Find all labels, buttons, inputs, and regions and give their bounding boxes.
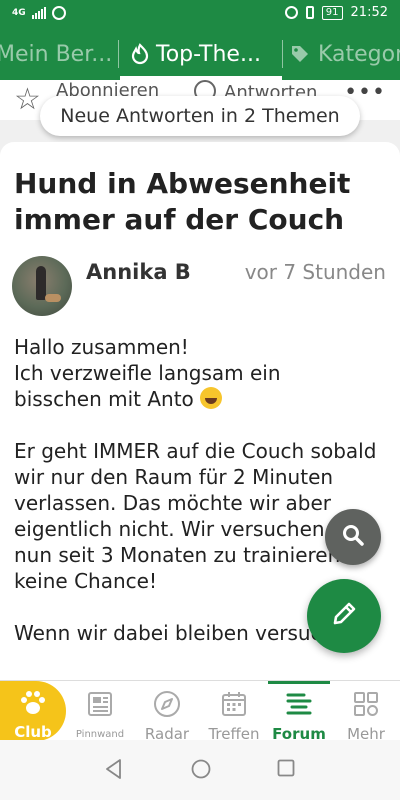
whatsapp-icon	[51, 6, 66, 20]
new-replies-banner[interactable]: Neue Antworten in 2 Themen	[40, 96, 360, 136]
nav-pinnwand[interactable]: Pinnwand	[68, 681, 132, 741]
forum-icon	[284, 689, 314, 719]
signal-icon	[31, 7, 46, 19]
tab-bar: Mein Ber... Top-The... Kategor	[0, 28, 400, 80]
newspaper-icon	[85, 689, 115, 719]
search-fab[interactable]	[325, 509, 381, 565]
nav-mehr[interactable]: Mehr	[334, 681, 398, 743]
clock: 21:52	[350, 5, 388, 20]
tab-divider	[118, 40, 119, 68]
sweat-smile-emoji-icon	[200, 387, 223, 409]
post-line: Ich verzweifle langsam ein	[14, 361, 281, 385]
tab-top-themen[interactable]: Top-The...	[130, 28, 261, 80]
post-line: bisschen mit Anto	[14, 387, 194, 411]
star-icon[interactable]: ☆	[14, 82, 41, 117]
status-bar: 4G 91 21:52	[0, 0, 400, 28]
battery-icon: 91	[321, 5, 343, 20]
post-timestamp: vor 7 Stunden	[244, 260, 386, 284]
nav-treffen[interactable]: Treffen	[202, 681, 266, 743]
grid-icon	[351, 689, 381, 719]
nav-forum[interactable]: Forum	[268, 681, 330, 743]
paw-icon	[18, 689, 48, 717]
tab-kategorien[interactable]: Kategor	[290, 28, 400, 80]
vibrate-icon	[305, 6, 314, 19]
network-type: 4G	[12, 8, 26, 18]
post-paragraph: Hallo zusammen! Ich verzweifle langsam e…	[14, 334, 394, 412]
pencil-icon	[330, 600, 358, 632]
system-navigation	[0, 740, 400, 800]
tab-mein-bereich[interactable]: Mein Ber...	[0, 28, 112, 80]
avatar-person	[36, 266, 46, 300]
nav-radar[interactable]: Radar	[136, 681, 198, 743]
avatar-dog	[45, 294, 61, 302]
post-line: Hallo zusammen!	[14, 335, 189, 359]
tab-label: Mein Ber...	[0, 41, 113, 67]
tab-label: Top-The...	[156, 41, 261, 67]
alarm-icon	[284, 6, 298, 19]
avatar[interactable]	[12, 256, 72, 316]
search-icon	[341, 523, 365, 551]
bottom-navigation: Club Pinnwand Radar Treffen Forum Mehr	[0, 680, 400, 743]
author-name[interactable]: Annika B	[86, 260, 191, 284]
flame-icon	[130, 43, 150, 65]
new-post-fab[interactable]	[307, 579, 381, 653]
tab-divider	[282, 40, 283, 68]
tab-label: Kategor	[318, 41, 400, 67]
tag-icon	[290, 44, 310, 64]
post-title: Hund in Abwesenheit immer auf der Couch	[14, 167, 351, 236]
home-icon[interactable]	[190, 758, 212, 784]
nav-club[interactable]: Club	[0, 681, 66, 741]
battery-level: 91	[325, 6, 339, 18]
compass-icon	[152, 689, 182, 719]
calendar-icon	[219, 689, 249, 719]
nav-label: Club	[14, 723, 52, 741]
recents-icon[interactable]	[276, 758, 296, 782]
nav-label: Pinnwand	[75, 729, 125, 740]
back-icon[interactable]	[104, 758, 124, 784]
